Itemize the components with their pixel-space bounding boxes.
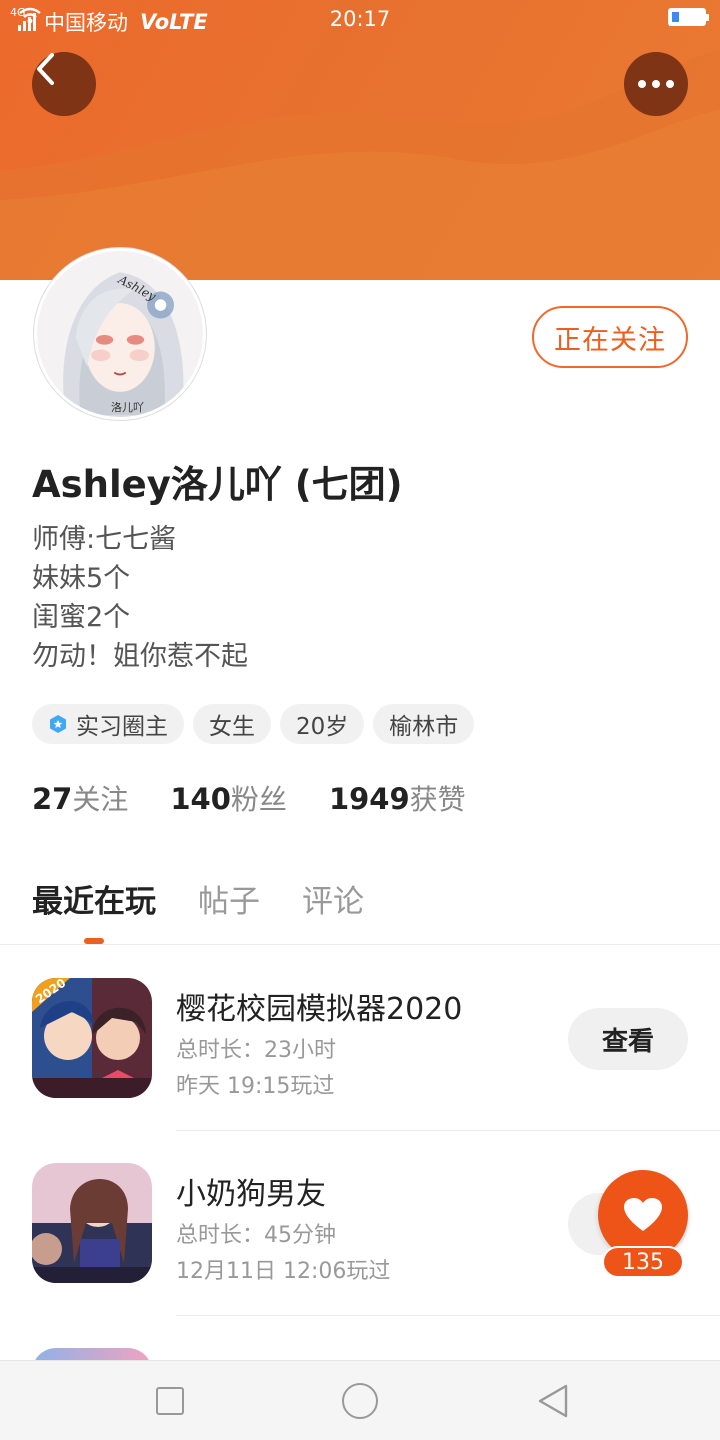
game-list-item[interactable] — [32, 1348, 720, 1360]
game-title: 樱花校园模拟器2020 — [176, 992, 463, 1027]
battery-icon — [668, 8, 709, 26]
back-triangle-icon[interactable] — [536, 1383, 570, 1419]
heart-icon — [624, 1198, 662, 1231]
game-icon: 2020 — [32, 978, 152, 1098]
profile-bio: 师傅:七七酱 妹妹5个 闺蜜2个 勿动！姐你惹不起 — [32, 520, 248, 676]
tag-label: 女生 — [209, 714, 255, 740]
stat-label: 关注 — [72, 783, 129, 816]
avatar-signature: 洛儿吖 — [111, 401, 144, 414]
tag-city: 榆林市 — [373, 704, 475, 744]
stat-following[interactable]: 27关注 — [32, 778, 128, 818]
clock: 20:17 — [329, 7, 391, 31]
stat-followers[interactable]: 140粉丝 — [170, 778, 287, 818]
tag-label: 榆林市 — [389, 714, 459, 740]
game-last-played: 昨天 19:15玩过 — [176, 1074, 335, 1099]
back-button[interactable] — [32, 52, 96, 116]
stat-value: 1949 — [328, 782, 410, 816]
stat-likes[interactable]: 1949获赞 — [329, 778, 466, 818]
home-icon[interactable] — [342, 1383, 378, 1419]
like-count-badge: 135 — [602, 1246, 684, 1278]
avatar[interactable]: Ashley 洛儿吖 — [34, 248, 206, 420]
chevron-left-icon — [37, 53, 54, 85]
follow-button[interactable]: 正在关注 — [532, 306, 688, 368]
stat-label: 粉丝 — [230, 783, 287, 816]
game-duration: 总时长：45分钟 — [176, 1223, 336, 1248]
profile-tags: 实习圈主 女生 20岁 榆林市 — [32, 704, 475, 744]
game-duration: 总时长：23小时 — [176, 1038, 336, 1063]
system-navigation-bar — [0, 1360, 720, 1440]
view-button[interactable]: 查看 — [568, 1008, 688, 1070]
tag-label: 20岁 — [296, 714, 349, 740]
tag-label: 实习圈主 — [76, 714, 168, 740]
stat-value: 27 — [32, 782, 73, 816]
bio-line: 闺蜜2个 — [32, 602, 131, 633]
tab-posts[interactable]: 帖子 — [198, 876, 260, 921]
more-horizontal-icon — [638, 80, 674, 88]
tag-role[interactable]: 实习圈主 — [32, 704, 184, 744]
tab-recently-played[interactable]: 最近在玩 — [32, 876, 156, 944]
divider — [0, 944, 720, 945]
game-list-item[interactable]: 2020 樱花校园模拟器2020 总时长：23小时 昨天 19:15玩过 查看 — [32, 978, 720, 1164]
profile-name: Ashley洛儿吖 (七团) — [32, 463, 403, 506]
bio-line: 妹妹5个 — [32, 563, 131, 594]
status-bar: 4G 中国移动 VoLTE 20:17 — [0, 0, 720, 40]
recent-apps-icon[interactable] — [156, 1387, 184, 1415]
profile-banner: 4G 中国移动 VoLTE 20:17 — [0, 0, 720, 280]
badge-hexagon-icon — [50, 715, 66, 733]
more-button[interactable] — [624, 52, 688, 116]
profile-tabs: 最近在玩 帖子 评论 — [32, 876, 364, 944]
game-icon — [32, 1163, 152, 1283]
game-title: 小奶狗男友 — [176, 1177, 326, 1212]
stat-label: 获赞 — [409, 783, 466, 816]
bio-line: 勿动！姐你惹不起 — [32, 641, 248, 672]
divider — [176, 1315, 720, 1316]
game-last-played: 12月11日 12:06玩过 — [176, 1259, 391, 1284]
profile-page: 4G 中国移动 VoLTE 20:17 Ashley 洛儿吖 正在关注 Ashl… — [0, 0, 720, 1440]
tag-gender: 女生 — [193, 704, 271, 744]
divider — [176, 1130, 720, 1131]
bio-line: 师傅:七七酱 — [32, 524, 177, 555]
game-icon — [32, 1348, 152, 1360]
tab-comments[interactable]: 评论 — [302, 876, 364, 921]
tag-age: 20岁 — [280, 704, 365, 744]
stat-value: 140 — [170, 782, 231, 816]
profile-stats: 27关注 140粉丝 1949获赞 — [32, 778, 466, 818]
